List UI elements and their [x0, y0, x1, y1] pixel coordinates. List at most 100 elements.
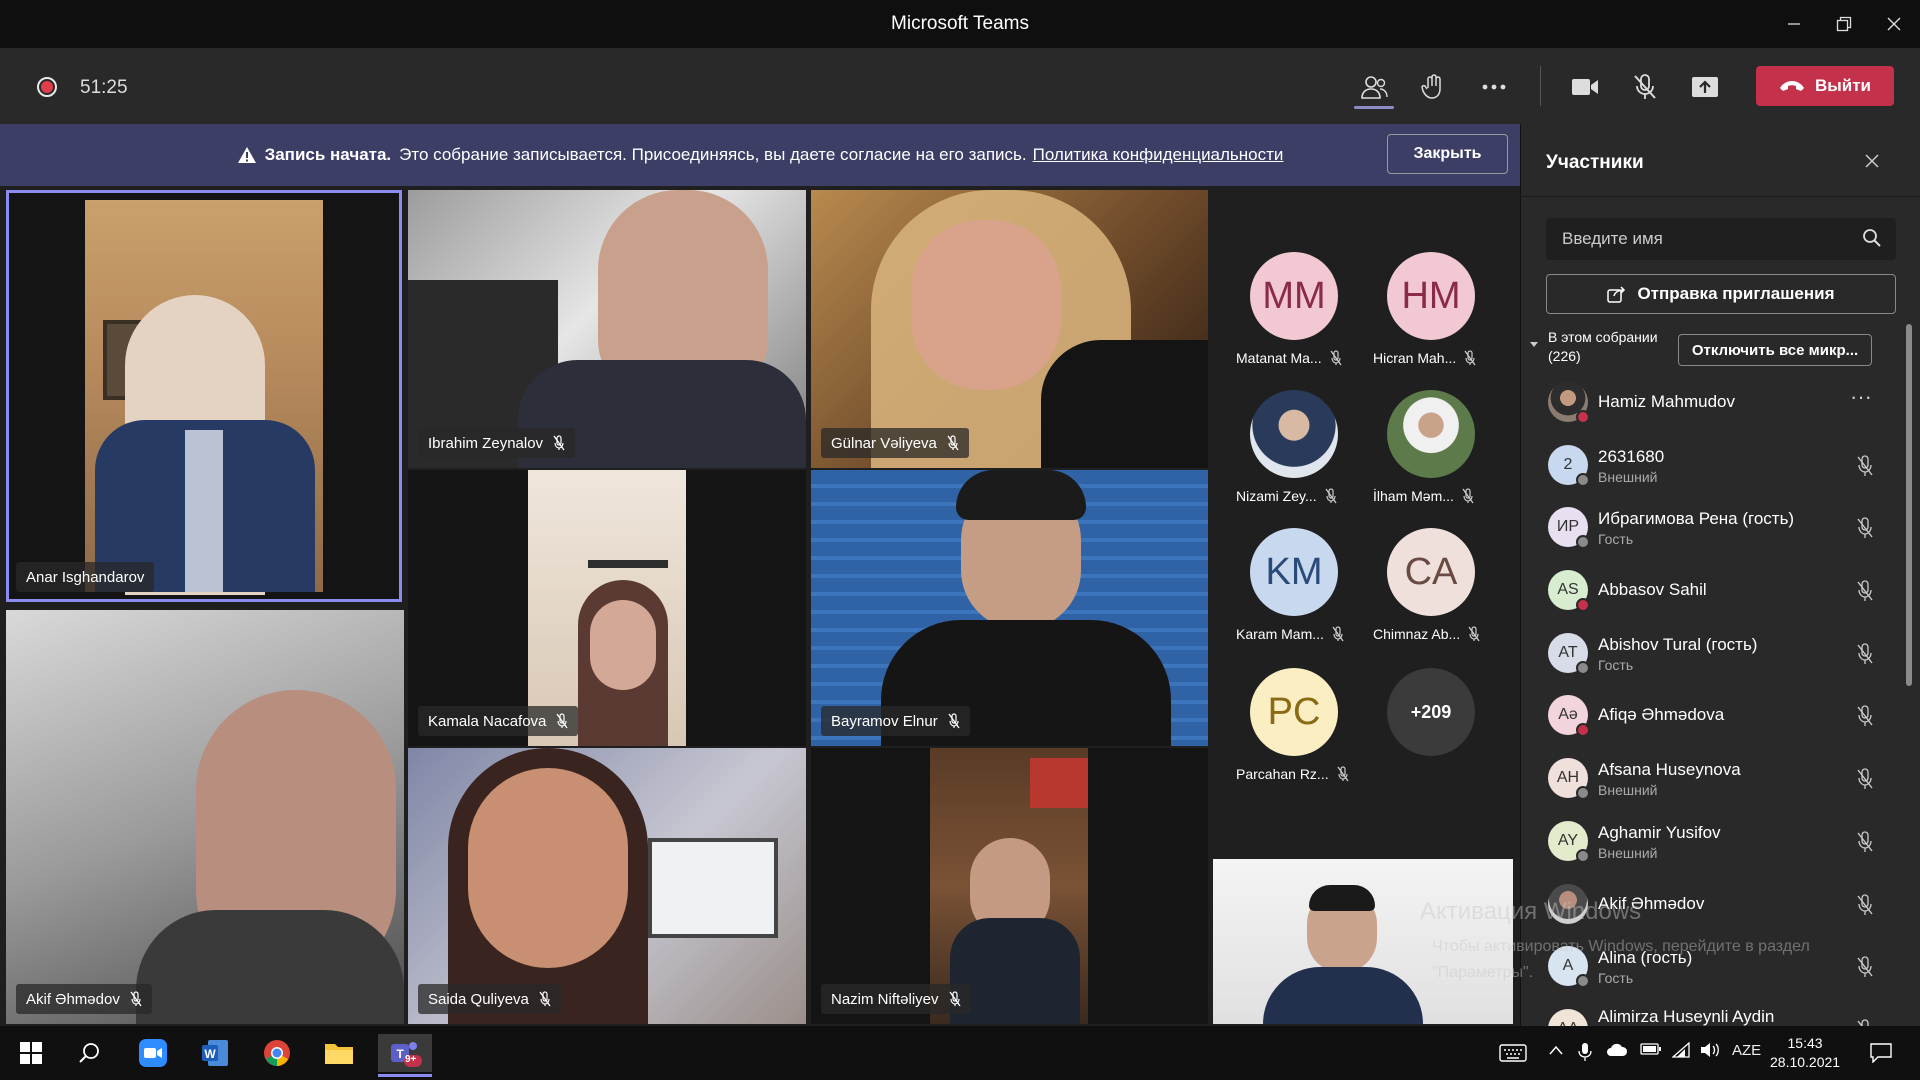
panel-divider — [1520, 196, 1920, 197]
mic-off-icon — [539, 991, 551, 1007]
avatar[interactable]: KM — [1250, 528, 1338, 616]
start-button[interactable] — [8, 1034, 54, 1072]
avatar: 2 — [1548, 444, 1590, 487]
share-button[interactable] — [1685, 70, 1725, 104]
person-face — [590, 600, 656, 690]
tile-name-label: Nazim Niftəliyev — [821, 984, 971, 1014]
person-suit — [1263, 967, 1423, 1024]
participants-button[interactable] — [1354, 70, 1394, 104]
microphone-button[interactable] — [1625, 70, 1665, 104]
mic-off-icon — [1857, 705, 1873, 727]
avatar-name: Hicran Mah... — [1373, 350, 1476, 366]
participant-row[interactable]: Aə Afiqə Əhmədova — [1530, 687, 1900, 750]
mic-off-icon — [1857, 768, 1873, 790]
overflow-participants-button[interactable]: +209 — [1387, 668, 1475, 756]
collapse-caret-icon[interactable] — [1530, 342, 1538, 347]
raise-hand-button[interactable] — [1414, 70, 1454, 104]
leave-label: Выйти — [1814, 76, 1872, 95]
monitor-shape — [648, 838, 778, 938]
taskbar-search-button[interactable] — [66, 1034, 112, 1072]
chrome-app-button[interactable] — [254, 1034, 300, 1072]
avatar-photo[interactable] — [1250, 390, 1338, 478]
participant-row[interactable]: AS Abbasov Sahil — [1530, 562, 1900, 625]
mic-off-icon — [553, 435, 565, 451]
mic-off-icon — [1462, 488, 1474, 504]
in-meeting-section-label[interactable]: В этом собрании (226) — [1548, 328, 1658, 366]
participant-row[interactable]: Hamiz Mahmudov ··· — [1530, 374, 1900, 437]
participant-role: Внешний — [1598, 468, 1658, 485]
avatar-name: Parcahan Rz... — [1236, 766, 1349, 782]
wifi-icon[interactable] — [1671, 1041, 1690, 1062]
participant-name: Hamiz Mahmudov — [1598, 392, 1735, 411]
participant-search-input[interactable] — [1546, 218, 1896, 260]
more-actions-button[interactable] — [1474, 70, 1514, 104]
leave-button[interactable]: Выйти — [1756, 66, 1894, 106]
tile-name-label: Akif Əhmədov — [16, 984, 152, 1014]
battery-icon[interactable] — [1640, 1042, 1662, 1060]
panel-close-button[interactable] — [1864, 150, 1880, 175]
mic-off-icon — [1332, 626, 1344, 642]
avatar-photo — [1548, 382, 1590, 424]
participant-row[interactable]: AA Alimirza Huseynli Aydin — [1530, 1001, 1900, 1026]
participant-row[interactable]: AY Aghamir Yusifov Внешний — [1530, 813, 1900, 876]
avatar[interactable]: CA — [1387, 528, 1475, 616]
privacy-policy-link[interactable]: Политика конфиденциальности — [1033, 145, 1284, 165]
panel-scrollbar[interactable] — [1906, 324, 1912, 686]
show-hidden-icons-icon[interactable] — [1548, 1042, 1564, 1060]
video-tile[interactable]: Bayramov Elnur — [811, 470, 1208, 746]
volume-icon[interactable] — [1700, 1042, 1720, 1062]
participant-role: Гость — [1598, 531, 1634, 548]
avatar[interactable]: PC — [1250, 668, 1338, 756]
title-bar: Microsoft Teams — [0, 0, 1920, 48]
video-tile[interactable]: Nazim Niftəliyev — [811, 748, 1208, 1024]
mic-off-icon — [1857, 956, 1873, 978]
windows-logo-icon — [20, 1042, 42, 1064]
participant-video — [930, 748, 1088, 1024]
onedrive-icon[interactable] — [1606, 1042, 1628, 1062]
more-options-icon[interactable]: ··· — [1850, 384, 1872, 410]
close-window-button[interactable] — [1872, 8, 1916, 40]
camera-button[interactable] — [1565, 70, 1605, 104]
restore-button[interactable] — [1822, 8, 1866, 40]
mic-off-icon — [1857, 643, 1873, 664]
mic-off-icon — [556, 713, 568, 729]
video-tile[interactable]: Anar Isghandarov — [6, 190, 402, 602]
taskbar-clock[interactable]: 15:43 28.10.2021 — [1770, 1034, 1840, 1072]
microphone-tray-icon[interactable] — [1578, 1042, 1592, 1066]
avatar: AA — [1548, 1008, 1588, 1026]
avatar: AY — [1548, 820, 1590, 863]
avatar-name: Nizami Zey... — [1236, 488, 1337, 504]
participant-row[interactable]: AH Afsana Huseynova Внешний — [1530, 750, 1900, 813]
participant-row[interactable]: AT Abishov Tural (гость) Гость — [1530, 625, 1900, 688]
word-app-button[interactable]: W — [192, 1034, 238, 1072]
participant-name: Alimirza Huseynli Aydin — [1598, 1006, 1775, 1026]
search-icon[interactable] — [1862, 228, 1882, 253]
input-language-indicator[interactable]: AZE — [1732, 1042, 1761, 1059]
video-tile[interactable]: Akif Əhmədov — [6, 610, 404, 1024]
person-face — [468, 768, 628, 968]
hand-icon — [1421, 74, 1441, 99]
video-tile[interactable]: Gülnar Vəliyeva — [811, 190, 1208, 468]
mic-off-icon — [1337, 766, 1349, 782]
video-tile[interactable]: Kamala Nacafova — [408, 470, 806, 746]
banner-close-button[interactable]: Закрыть — [1387, 134, 1508, 174]
teams-app-button[interactable]: T 9+ — [378, 1034, 432, 1072]
video-tile[interactable]: Saida Quliyeva — [408, 748, 806, 1024]
avatar-photo[interactable] — [1387, 390, 1475, 478]
participant-row[interactable]: ИР Ибрагимова Рена (гость) Гость — [1530, 499, 1900, 562]
keyboard-button[interactable] — [1490, 1034, 1536, 1072]
avatar-name: Chimnaz Ab... — [1373, 626, 1480, 642]
avatar-name: Karam Mam... — [1236, 626, 1344, 642]
zoom-app-button[interactable] — [130, 1034, 176, 1072]
mic-off-icon — [1464, 350, 1476, 366]
video-tile[interactable]: Ibrahim Zeynalov — [408, 190, 806, 468]
mute-all-button[interactable]: Отключить все микр... — [1678, 334, 1872, 366]
send-invite-button[interactable]: Отправка приглашения — [1546, 274, 1896, 314]
avatar[interactable]: MM — [1250, 252, 1338, 340]
avatar[interactable]: HM — [1387, 252, 1475, 340]
minimize-button[interactable] — [1772, 8, 1816, 40]
participant-row[interactable]: 2 2631680 Внешний — [1530, 437, 1900, 500]
notifications-button[interactable] — [1858, 1034, 1904, 1072]
file-explorer-button[interactable] — [316, 1034, 362, 1072]
avatar: Aə — [1548, 695, 1590, 738]
